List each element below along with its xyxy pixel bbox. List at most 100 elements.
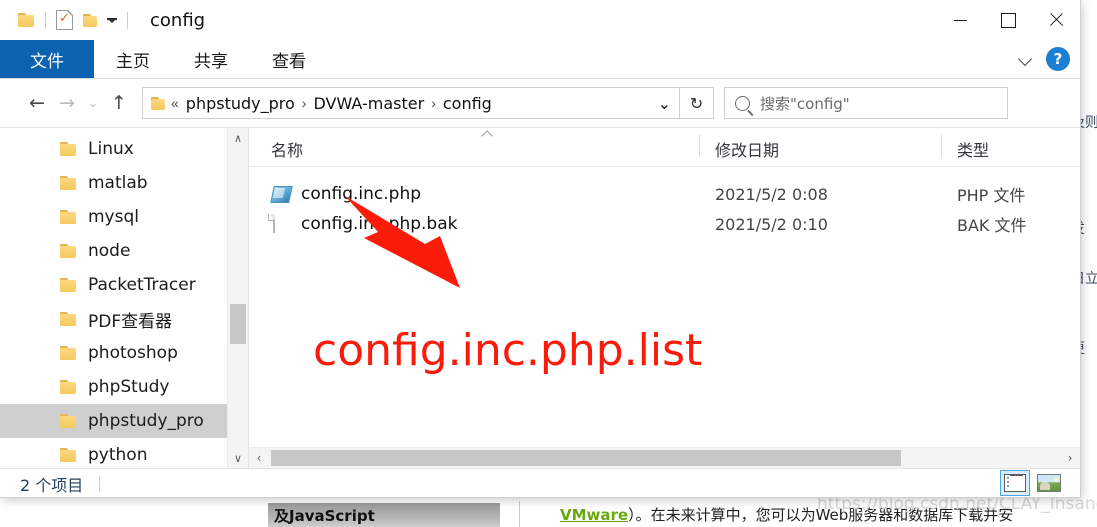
checkmark-glyph: ✓ (59, 13, 69, 23)
navpane-scrollbar[interactable]: ∧ ∨ (227, 128, 248, 468)
sidebar-item-photoshop[interactable]: photoshop (0, 336, 248, 370)
generic-file-icon (273, 215, 293, 234)
tab-view[interactable]: 查看 (250, 40, 328, 78)
navigation-pane: Linux matlab mysql node PacketTracer PDF… (0, 128, 249, 468)
sidebar-item-mysql[interactable]: mysql (0, 200, 248, 234)
column-header-name[interactable]: 名称 (271, 137, 303, 161)
title-bar: ✓ config (0, 0, 1080, 40)
sidebar-item-phpstudy-pro[interactable]: phpstudy_pro (0, 404, 248, 438)
hscrollbar-thumb[interactable] (271, 450, 901, 466)
file-type: BAK 文件 (957, 212, 1027, 236)
breadcrumb-item-dvwa-master[interactable]: DVWA-master (311, 92, 426, 115)
scroll-right-icon[interactable]: › (1060, 448, 1080, 468)
forward-button[interactable]: → (52, 88, 82, 118)
help-button[interactable]: ? (1046, 47, 1070, 71)
address-bar[interactable]: « phpstudy_pro › DVWA-master › config ⌄ (142, 87, 680, 119)
table-row[interactable]: config.inc.php.bak 2021/5/2 0:10 BAK 文件 (249, 209, 1080, 239)
sidebar-item-label: mysql (88, 207, 139, 227)
breadcrumb-item-phpstudy-pro[interactable]: phpstudy_pro (184, 92, 297, 115)
column-header-date[interactable]: 修改日期 (715, 137, 779, 161)
tab-share[interactable]: 共享 (172, 40, 250, 78)
view-mode-buttons (1000, 470, 1064, 496)
sidebar-item-node[interactable]: node (0, 234, 248, 268)
sidebar-item-label: PacketTracer (88, 275, 196, 295)
sidebar-item-label: node (88, 241, 130, 261)
file-date: 2021/5/2 0:08 (715, 185, 828, 204)
sidebar-item-matlab[interactable]: matlab (0, 166, 248, 200)
scroll-left-icon[interactable]: ‹ (249, 448, 269, 468)
column-divider[interactable] (941, 135, 942, 157)
column-divider[interactable] (699, 135, 700, 157)
chevron-down-icon[interactable] (107, 18, 117, 23)
bg-divider (519, 501, 520, 527)
close-icon (1049, 13, 1063, 27)
back-button[interactable]: ← (22, 88, 52, 118)
sidebar-item-phpstudy[interactable]: phpStudy (0, 370, 248, 404)
quick-access-toolbar: ✓ config (0, 10, 205, 31)
table-row[interactable]: config.inc.php 2021/5/2 0:08 PHP 文件 (249, 179, 1080, 209)
sidebar-item-label: phpstudy_pro (88, 411, 204, 431)
breadcrumb-separator: › (431, 95, 436, 111)
minimize-icon (954, 20, 967, 21)
folder-icon (60, 210, 77, 225)
folder-icon (60, 278, 77, 293)
file-list-pane: 名称 修改日期 类型 config.inc.php 2021/5/2 0:08 … (249, 128, 1080, 468)
folder-icon (60, 448, 77, 463)
tab-home[interactable]: 主页 (94, 40, 172, 78)
file-name: config.inc.php.bak (301, 214, 458, 234)
search-icon (735, 96, 750, 111)
address-bar-row: ← → ⌄ ↑ « phpstudy_pro › DVWA-master › c… (0, 79, 1080, 127)
file-explorer-window: ✓ config 文件 主页 共享 查看 ? ← → ⌄ ↑ « phpstud… (0, 0, 1080, 497)
breadcrumb-overflow[interactable]: « (171, 95, 179, 111)
search-box[interactable]: 搜索"config" (724, 87, 1008, 119)
scroll-down-icon[interactable]: ∨ (228, 448, 248, 468)
item-count-label: 2 个项目 (20, 472, 83, 496)
large-icons-view-button[interactable] (1034, 470, 1064, 496)
sidebar-item-pdf-viewer[interactable]: PDF查看器 (0, 302, 248, 336)
address-dropdown-icon[interactable]: ⌄ (656, 92, 673, 115)
up-button[interactable]: ↑ (104, 88, 134, 118)
sidebar-item-packettracer[interactable]: PacketTracer (0, 268, 248, 302)
breadcrumb-item-config[interactable]: config (441, 92, 494, 115)
large-icons-view-icon (1037, 474, 1061, 492)
sidebar-item-label: phpStudy (88, 377, 169, 397)
file-type: PHP 文件 (957, 182, 1025, 206)
scroll-up-icon[interactable]: ∧ (228, 128, 248, 148)
folder-icon (60, 142, 77, 157)
ribbon-tab-bar: 文件 主页 共享 查看 ? (0, 40, 1080, 79)
folder-icon (60, 244, 77, 259)
sidebar-item-python[interactable]: python (0, 438, 248, 468)
qat-separator (45, 12, 46, 29)
sidebar-item-label: Linux (88, 139, 134, 159)
file-name: config.inc.php (301, 184, 421, 204)
close-button[interactable] (1032, 0, 1080, 40)
details-view-button[interactable] (1000, 470, 1030, 496)
column-header-type[interactable]: 类型 (957, 137, 989, 161)
ribbon-expand-icon[interactable] (1020, 53, 1032, 65)
file-list-horizontal-scrollbar[interactable]: ‹ › (249, 447, 1080, 468)
new-folder-icon[interactable] (83, 14, 98, 27)
search-input[interactable]: 搜索"config" (760, 93, 850, 114)
folder-icon[interactable] (18, 13, 35, 28)
bg-link-text: VMware (560, 506, 628, 524)
file-date: 2021/5/2 0:10 (715, 215, 828, 234)
minimize-button[interactable] (936, 0, 984, 40)
recent-locations-button[interactable]: ⌄ (82, 88, 104, 118)
sidebar-item-label: python (88, 445, 147, 465)
sort-ascending-icon (483, 130, 494, 137)
folder-icon (60, 380, 77, 395)
sidebar-item-linux[interactable]: Linux (0, 132, 248, 166)
address-folder-icon (151, 97, 166, 110)
maximize-button[interactable] (984, 0, 1032, 40)
properties-icon[interactable]: ✓ (56, 10, 73, 30)
explorer-body: Linux matlab mysql node PacketTracer PDF… (0, 127, 1080, 468)
breadcrumb-separator: › (302, 95, 307, 111)
window-title: config (150, 10, 205, 31)
ribbon-right-controls: ? (1020, 40, 1070, 78)
folder-icon (60, 414, 77, 429)
scrollbar-thumb[interactable] (230, 304, 246, 344)
column-header-row: 名称 修改日期 类型 (249, 128, 1080, 167)
tab-file[interactable]: 文件 (0, 40, 94, 78)
refresh-button[interactable]: ↻ (680, 87, 714, 119)
status-bar: 2 个项目 (0, 468, 1080, 497)
